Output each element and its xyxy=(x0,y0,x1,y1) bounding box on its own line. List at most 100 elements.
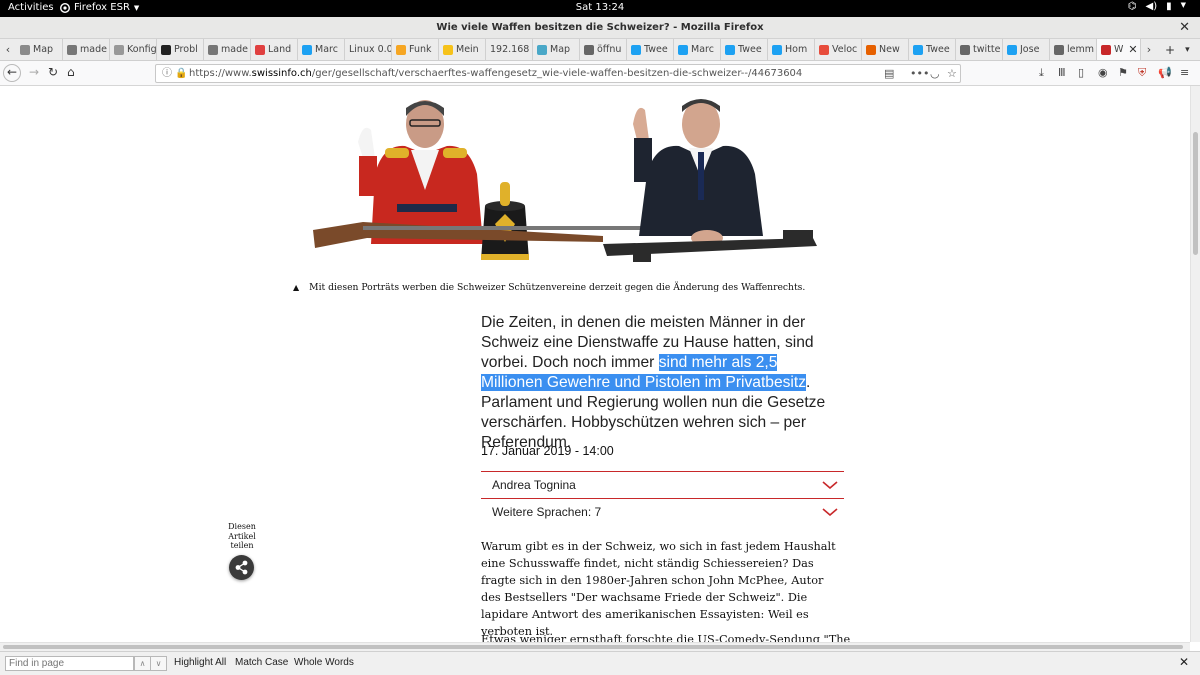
new-tab-button[interactable]: + xyxy=(1165,43,1175,57)
browser-tab[interactable]: lemm xyxy=(1050,39,1097,60)
browser-tab[interactable]: Hom xyxy=(768,39,815,60)
bookmark-star-icon[interactable]: ☆ xyxy=(947,65,957,82)
find-next-button[interactable]: ∨ xyxy=(150,656,167,671)
find-input[interactable] xyxy=(5,656,134,671)
tab-label: Twee xyxy=(926,44,950,55)
browser-tab[interactable]: 192.168 xyxy=(486,39,533,60)
system-tray[interactable]: ⌬ ◀) ▮ ▼ xyxy=(1128,1,1186,12)
browser-tab[interactable]: Linux 0.0 xyxy=(345,39,392,60)
tab-label: Hom xyxy=(785,44,808,55)
tab-close-icon[interactable]: ✕ xyxy=(1128,43,1137,56)
languages-dropdown[interactable]: Weitere Sprachen: 7 xyxy=(481,498,844,525)
battery-icon: ▮ xyxy=(1166,1,1172,12)
google-icon xyxy=(584,44,594,55)
browser-tab[interactable]: Map xyxy=(533,39,580,60)
browser-tab[interactable]: Veloc xyxy=(815,39,862,60)
page-viewport: ▲ Mit diesen Porträts werben die Schweize… xyxy=(0,86,1190,642)
browser-tab[interactable]: Mein xyxy=(439,39,486,60)
tab-label: Map xyxy=(550,44,571,55)
account-icon[interactable]: ◉ xyxy=(1098,66,1108,79)
find-bar: ∧ ∨ Highlight All Match Case Whole Words… xyxy=(0,651,1200,675)
tab-label: Veloc xyxy=(832,44,858,55)
menu-icon[interactable]: ≡ xyxy=(1180,66,1189,79)
browser-tab[interactable]: made xyxy=(63,39,110,60)
tab-list-button[interactable]: ▾ xyxy=(1185,45,1190,55)
home-button[interactable]: ⌂ xyxy=(67,65,75,79)
megaphone-icon[interactable]: 📢 xyxy=(1158,66,1172,79)
browser-tab[interactable]: Probl xyxy=(157,39,204,60)
nodes-icon xyxy=(67,44,77,55)
clock[interactable]: Sat 13:24 xyxy=(0,2,1200,13)
map-icon xyxy=(20,44,30,55)
extension-icon[interactable]: ⚑ xyxy=(1118,66,1128,79)
tab-label: öffnu xyxy=(597,44,622,55)
article-paragraph: Etwas weniger ernsthaft forschte die US-… xyxy=(481,633,851,642)
twitter-icon xyxy=(1007,44,1017,55)
highlight-all-toggle[interactable]: Highlight All xyxy=(174,657,226,668)
sidebar-icon[interactable]: ▯ xyxy=(1078,66,1084,79)
caption-triangle-icon[interactable]: ▲ xyxy=(293,283,299,292)
browser-tab[interactable]: New xyxy=(862,39,909,60)
tab-label: W xyxy=(1114,44,1124,55)
back-button[interactable]: ← xyxy=(3,64,21,82)
share-icon xyxy=(235,560,248,575)
browser-tab[interactable]: Jose xyxy=(1003,39,1050,60)
browser-tab[interactable]: Funk xyxy=(392,39,439,60)
browser-tab[interactable]: Marc xyxy=(298,39,345,60)
tab-label: Probl xyxy=(174,44,198,55)
tab-label: made xyxy=(80,44,107,55)
tab-label: twitte xyxy=(973,44,1001,55)
forward-button[interactable]: → xyxy=(29,65,39,79)
whole-words-toggle[interactable]: Whole Words xyxy=(294,657,354,668)
reader-view-icon[interactable]: ▤ xyxy=(884,65,894,82)
map-icon xyxy=(537,44,547,55)
window-title: Wie viele Waffen besitzen die Schweizer?… xyxy=(436,22,764,33)
window-close-button[interactable]: ✕ xyxy=(1179,17,1190,39)
url-text[interactable]: https://www.swissinfo.ch/ger/gesellschaf… xyxy=(189,65,802,82)
tab-scroll-left-button[interactable]: ‹ xyxy=(0,39,16,60)
tab-label: Marc xyxy=(315,44,338,55)
share-label: Diesen Artikel teilen xyxy=(228,522,256,550)
tab-label: Konfigu xyxy=(127,44,156,55)
browser-tab[interactable]: Konfigu xyxy=(110,39,157,60)
ublock-icon[interactable]: ⛨ xyxy=(1138,66,1146,80)
chevron-down-icon: ▼ xyxy=(1180,1,1186,9)
tab-label: Land xyxy=(268,44,292,55)
chevron-down-icon xyxy=(822,481,838,489)
library-icon[interactable]: Ⅲ xyxy=(1058,66,1066,79)
browser-tab[interactable]: twitte xyxy=(956,39,1003,60)
site-info-icon[interactable]: ⓘ xyxy=(162,65,172,82)
find-close-icon[interactable]: ✕ xyxy=(1179,655,1189,669)
url-bar[interactable]: ⓘ 🔒 https://www.swissinfo.ch/ger/gesells… xyxy=(155,64,961,83)
browser-tab[interactable]: Twee xyxy=(627,39,674,60)
downloads-icon[interactable]: ⤓ xyxy=(1039,66,1044,80)
tab-scroll-right-button[interactable]: › xyxy=(1141,39,1157,60)
swissinfo-icon xyxy=(1101,44,1111,55)
browser-tab[interactable]: W ✕ xyxy=(1097,39,1141,60)
browser-tab[interactable]: Twee xyxy=(909,39,956,60)
scrollbar-thumb[interactable] xyxy=(3,645,1183,649)
article-paragraph: Warum gibt es in der Schweiz, wo sich in… xyxy=(481,540,836,638)
match-case-toggle[interactable]: Match Case xyxy=(235,657,288,668)
horizontal-scrollbar[interactable] xyxy=(0,642,1190,651)
share-button[interactable] xyxy=(229,555,254,580)
page-actions-icon[interactable]: ••• xyxy=(910,65,929,82)
twitter-square-icon xyxy=(725,44,735,55)
tab-label: Funk xyxy=(409,44,432,55)
window-title-bar: Wie viele Waffen besitzen die Schweizer?… xyxy=(0,17,1200,39)
lock-icon[interactable]: 🔒 xyxy=(175,65,187,82)
pocket-icon[interactable]: ◡ xyxy=(930,65,940,82)
scrollbar-thumb[interactable] xyxy=(1193,132,1198,255)
reload-button[interactable]: ↻ xyxy=(48,65,58,79)
browser-tab[interactable]: Twee xyxy=(721,39,768,60)
browser-tab[interactable]: made xyxy=(204,39,251,60)
browser-tab[interactable]: Map xyxy=(16,39,63,60)
author-dropdown[interactable]: Andrea Tognina xyxy=(481,471,844,498)
article-date: 17. Januar 2019 - 14:00 xyxy=(481,444,614,458)
browser-tab[interactable]: öffnu xyxy=(580,39,627,60)
vertical-scrollbar[interactable] xyxy=(1190,86,1200,642)
find-previous-button[interactable]: ∧ xyxy=(134,656,151,671)
warning-icon xyxy=(161,44,171,55)
browser-tab[interactable]: Land xyxy=(251,39,298,60)
browser-tab[interactable]: Marc xyxy=(674,39,721,60)
